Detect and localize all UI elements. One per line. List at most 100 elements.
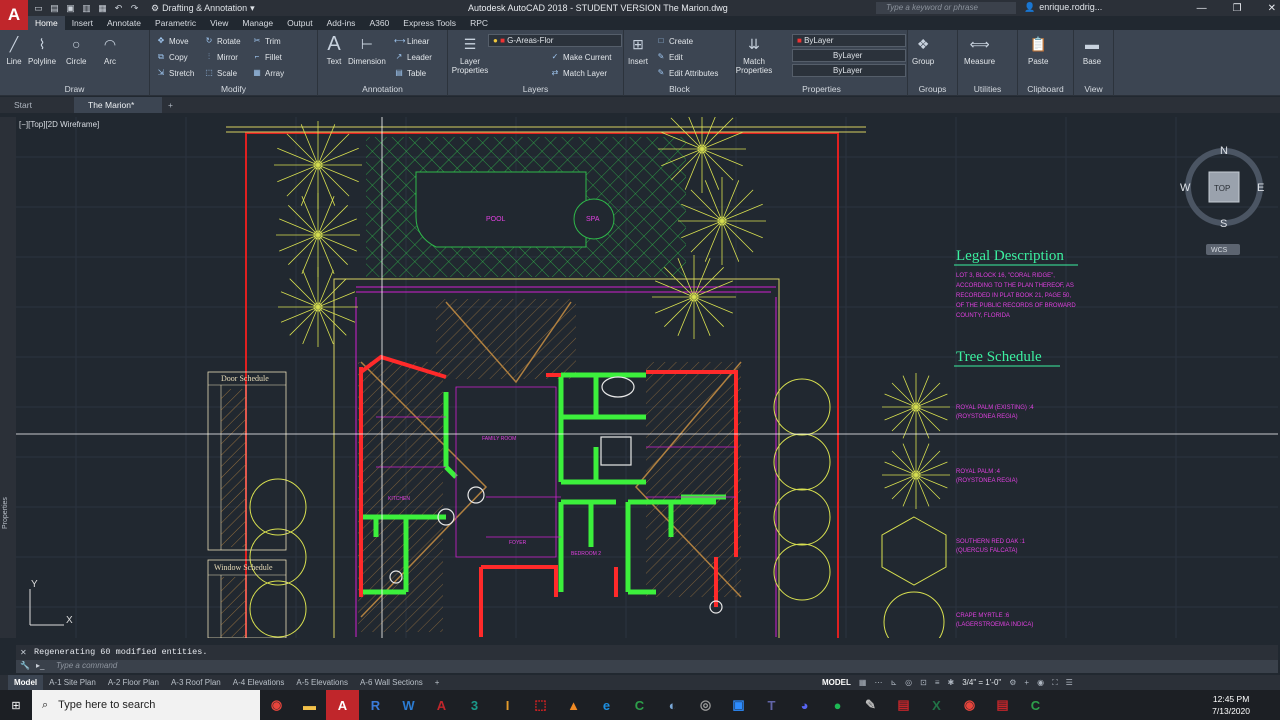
layout-tab-a-4-elevations[interactable]: A-4 Elevations — [227, 675, 291, 690]
help-search-input[interactable]: Type a keyword or phrase — [876, 2, 1016, 14]
camtasia-icon[interactable]: C — [623, 690, 656, 720]
acrobat-icon[interactable]: ⬚ — [524, 690, 557, 720]
draw-panel-title[interactable]: Draw — [0, 84, 149, 94]
mirror-tool[interactable]: ⫶ Mirror — [204, 52, 238, 62]
move-tool[interactable]: ✥ Move — [156, 36, 189, 46]
viewcube-top[interactable]: TOP — [1214, 184, 1230, 193]
word-icon[interactable]: W — [392, 690, 425, 720]
annotation-icon[interactable]: ✱ — [948, 678, 955, 687]
drawing-svg[interactable]: POOL SPA FAMILY ROOM KITCHEN BEDROOM 2 F… — [16, 117, 1278, 638]
viewport-controls[interactable]: [−][Top][2D Wireframe] — [19, 120, 99, 129]
discord-icon[interactable]: ◕ — [788, 690, 821, 720]
ribbon-tab-output[interactable]: Output — [280, 16, 320, 30]
ribbon-tab-rpc[interactable]: RPC — [463, 16, 495, 30]
ribbon-tab-parametric[interactable]: Parametric — [148, 16, 203, 30]
wcs-menu[interactable]: WCS — [1211, 247, 1228, 254]
create-block-tool[interactable]: □ Create — [656, 36, 693, 46]
ribbon-tab-express-tools[interactable]: Express Tools — [396, 16, 463, 30]
ribbon-tab-home[interactable]: Home — [28, 16, 65, 30]
ribbon-tab-a360[interactable]: A360 — [362, 16, 396, 30]
ribbon-tab-manage[interactable]: Manage — [235, 16, 280, 30]
text-tool[interactable]: A Text — [324, 34, 344, 66]
annotation-scale[interactable]: 3/4" = 1'-0" — [962, 678, 1001, 687]
app-icon[interactable]: ◐ — [656, 690, 689, 720]
revit-icon[interactable]: R — [359, 690, 392, 720]
scale-tool[interactable]: ⬚ Scale — [204, 68, 237, 78]
arc-tool[interactable]: ◠ Arc — [100, 34, 120, 66]
saveas-icon[interactable]: ▥ — [80, 3, 93, 14]
settings-icon[interactable]: ⚙ — [1009, 678, 1016, 687]
illustrator-icon[interactable]: I — [491, 690, 524, 720]
polyline-tool[interactable]: ⌇ Polyline — [28, 34, 56, 66]
layer-dropdown[interactable]: ● ■ G-Areas-Flor — [488, 34, 622, 47]
zoom-icon[interactable]: ▣ — [722, 690, 755, 720]
dimension-tool[interactable]: ⊢ Dimension — [348, 34, 386, 66]
linetype-dropdown[interactable]: ByLayer — [792, 49, 906, 62]
layout-tab-a-2-floor-plan[interactable]: A-2 Floor Plan — [102, 675, 165, 690]
clipboard-panel-title[interactable]: Clipboard — [1018, 84, 1073, 94]
autocad2-icon[interactable]: ▤ — [986, 690, 1019, 720]
layers-panel-title[interactable]: Layers — [448, 84, 623, 94]
user-account[interactable]: 👤 enrique.rodrig... — [1024, 2, 1102, 13]
edit-attributes-tool[interactable]: ✎ Edit Attributes — [656, 68, 719, 78]
new-tab-icon[interactable]: + — [162, 97, 179, 113]
layout-tab-a-1-site-plan[interactable]: A-1 Site Plan — [43, 675, 102, 690]
command-input[interactable]: Type a command — [56, 661, 117, 670]
ortho-icon[interactable]: ⊾ — [890, 678, 897, 687]
insert-tool[interactable]: ⊞ Insert — [628, 34, 648, 66]
3dsmax-icon[interactable]: 3 — [458, 690, 491, 720]
annotation-panel-title[interactable]: Annotation — [318, 84, 447, 94]
isolate-icon[interactable]: ◉ — [1037, 678, 1044, 687]
ribbon-tab-add-ins[interactable]: Add-ins — [320, 16, 363, 30]
drawing-canvas[interactable]: POOL SPA FAMILY ROOM KITCHEN BEDROOM 2 F… — [16, 117, 1278, 638]
student-icon[interactable]: ▤ — [887, 690, 920, 720]
command-line[interactable] — [16, 660, 1278, 673]
chrome-icon[interactable]: ◉ — [260, 690, 293, 720]
color-dropdown[interactable]: ■ ByLayer — [792, 34, 906, 47]
add-layout-icon[interactable]: + — [429, 675, 446, 690]
layer-properties-tool[interactable]: ☰ Layer Properties — [452, 34, 488, 75]
restore-icon[interactable]: ❐ — [1233, 3, 1242, 14]
array-tool[interactable]: ▦ Array — [252, 68, 284, 78]
autocad-icon[interactable]: A — [425, 690, 458, 720]
vlc-icon[interactable]: ▲ — [557, 690, 590, 720]
tab-start[interactable]: Start — [0, 97, 74, 113]
layout-tab-a-5-elevations[interactable]: A-5 Elevations — [290, 675, 354, 690]
autocad-logo[interactable]: A — [0, 0, 28, 30]
make-current-tool[interactable]: ✓ Make Current — [550, 52, 612, 62]
excel-icon[interactable]: X — [920, 690, 953, 720]
viewcube-south[interactable]: S — [1220, 218, 1227, 230]
layout-tab-a-3-roof-plan[interactable]: A-3 Roof Plan — [165, 675, 227, 690]
groups-panel-title[interactable]: Groups — [908, 84, 957, 94]
osnap-icon[interactable]: ⊡ — [920, 678, 927, 687]
viewcube-north[interactable]: N — [1220, 145, 1228, 157]
close-icon[interactable]: ✕ — [1268, 3, 1276, 14]
close-command-icon[interactable]: ✕ — [20, 648, 27, 657]
layout-tab-a-6-wall-sections[interactable]: A-6 Wall Sections — [354, 675, 429, 690]
view-panel-title[interactable]: View — [1074, 84, 1113, 94]
fillet-tool[interactable]: ⌐ Fillet — [252, 52, 282, 62]
rotate-tool[interactable]: ↻ Rotate — [204, 36, 241, 46]
leader-tool[interactable]: ↗ Leader — [394, 52, 432, 62]
save-icon[interactable]: ▣ — [64, 3, 77, 14]
teams-icon[interactable]: T — [755, 690, 788, 720]
redo-icon[interactable]: ↷ — [128, 3, 141, 14]
circle-tool[interactable]: ○ Circle — [66, 34, 86, 66]
trim-tool[interactable]: ✂ Trim — [252, 36, 281, 46]
minimize-icon[interactable]: — — [1197, 3, 1207, 14]
stretch-tool[interactable]: ⇲ Stretch — [156, 68, 195, 78]
pen-icon[interactable]: ✎ — [854, 690, 887, 720]
polar-icon[interactable]: ◎ — [905, 678, 912, 687]
base-view-tool[interactable]: ▬ Base — [1082, 34, 1102, 66]
modify-panel-title[interactable]: Modify — [150, 84, 317, 94]
paste-tool[interactable]: 📋 Paste — [1028, 34, 1048, 66]
viewcube[interactable]: TOP N S W E WCS — [1180, 145, 1264, 255]
plot-icon[interactable]: ▦ — [96, 3, 109, 14]
properties-strip[interactable]: Properties — [0, 117, 16, 638]
spotify-icon[interactable]: ● — [821, 690, 854, 720]
steam-icon[interactable]: ◎ — [689, 690, 722, 720]
group-tool[interactable]: ❖ Group — [912, 34, 934, 66]
tab-the-marion[interactable]: The Marion* — [74, 97, 162, 113]
measure-tool[interactable]: ⟺ Measure — [964, 34, 995, 66]
taskbar-search[interactable]: ⌕ Type here to search — [32, 690, 260, 720]
